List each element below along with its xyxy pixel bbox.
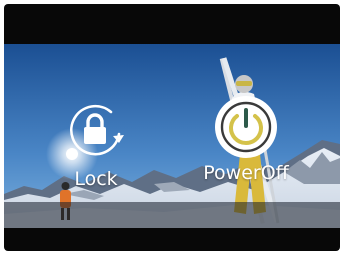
power-off-label: PowerOff (203, 162, 289, 184)
lock-rotate-icon (70, 104, 124, 156)
power-icon (215, 96, 277, 158)
power-off-menu-item[interactable]: PowerOff (200, 94, 292, 184)
lock-menu-item[interactable]: Lock (56, 96, 136, 190)
bottom-overlay (4, 202, 340, 228)
lock-label: Lock (74, 168, 118, 190)
camera-screen: Lock PowerOff (4, 44, 340, 228)
device-frame: Lock PowerOff (4, 4, 340, 251)
